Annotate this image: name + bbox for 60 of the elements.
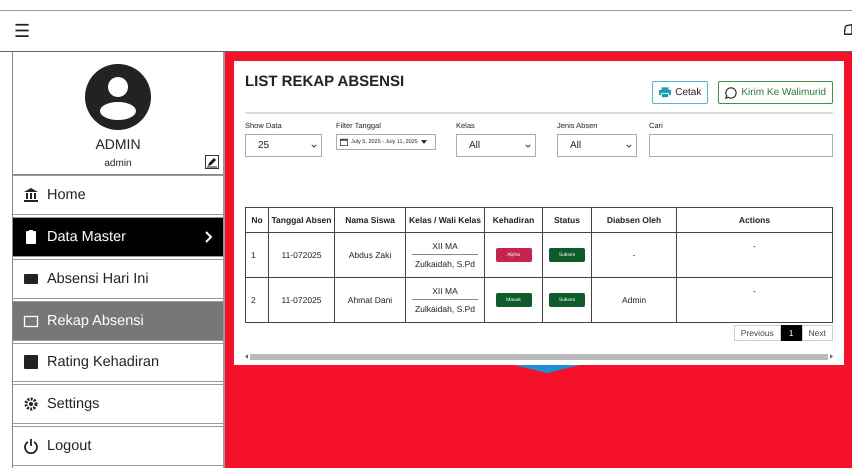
select-field[interactable]: All <box>557 134 637 157</box>
table-cell: Abdus Zaki <box>334 232 406 278</box>
avatar-icon <box>85 64 151 130</box>
column-header: Nama Siswa <box>334 208 406 232</box>
table-cell: - <box>676 278 832 322</box>
page-title: LIST REKAP ABSENSI <box>245 73 404 92</box>
sidebar-item[interactable]: Data Master <box>13 217 223 257</box>
caret-icon <box>311 144 317 148</box>
caret-icon <box>420 140 427 144</box>
sidebar-item[interactable]: Rekap Absensi <box>13 300 223 341</box>
column-header: No <box>246 208 268 232</box>
select-field[interactable]: 25 <box>245 134 322 157</box>
search-field[interactable] <box>649 134 833 157</box>
menu-button[interactable]: ☰ <box>14 20 30 42</box>
printer-icon <box>659 87 672 98</box>
chat-icon <box>725 86 738 98</box>
table-cell: 11-072025 <box>268 232 334 278</box>
caret-icon <box>626 144 632 148</box>
nav-icon <box>23 187 39 204</box>
profile-username: admin <box>104 158 132 169</box>
table-cell: 2 <box>246 278 268 322</box>
profile-name: ADMIN <box>95 136 141 152</box>
column-header: Kehadiran <box>484 208 542 232</box>
column-header: Tanggal Absen <box>268 208 334 232</box>
scroll-right-icon[interactable] <box>830 354 833 359</box>
class-name: XII MA <box>412 284 478 300</box>
teacher-name: Zulkaidah, S.Pd <box>414 258 476 271</box>
nav-icon <box>23 438 39 454</box>
table-cell: 11-072025 <box>268 278 334 322</box>
column-header: Status <box>542 208 592 232</box>
sidebar-item[interactable]: Settings <box>13 384 223 424</box>
calendar-icon <box>340 138 348 146</box>
nav-icon <box>23 396 39 412</box>
scroll-left-icon[interactable] <box>245 354 248 359</box>
page-button[interactable]: 1 <box>780 325 802 341</box>
edit-icon[interactable] <box>205 155 219 169</box>
select-field[interactable]: All <box>456 134 536 157</box>
sidebar-item[interactable]: Home <box>13 175 223 216</box>
nav-icon <box>23 354 39 370</box>
teacher-name: Zulkaidah, S.Pd <box>414 303 476 316</box>
column-header: Diabsen Oleh <box>592 208 676 232</box>
horizontal-scrollbar[interactable] <box>245 353 833 360</box>
print-button[interactable]: Cetak <box>652 81 708 104</box>
table-cell: Ahmat Dani <box>334 278 406 322</box>
class-name: XII MA <box>412 239 478 255</box>
send-button[interactable]: Kirim Ke Walimurid <box>718 81 833 104</box>
table-cell: 1 <box>246 232 268 278</box>
column-header: Kelas / Wali Kelas <box>406 208 484 232</box>
nav-icon <box>23 229 39 246</box>
sidebar-item[interactable]: Logout <box>13 426 223 466</box>
table-cell: - <box>676 232 832 278</box>
page-button[interactable]: Next <box>802 325 833 341</box>
table-cell: Admin <box>592 278 676 322</box>
caret-icon <box>525 144 531 148</box>
column-header: Actions <box>676 208 832 232</box>
table-cell: - <box>592 232 676 278</box>
page-button[interactable]: Previous <box>734 325 781 341</box>
sidebar-item[interactable]: Absensi Hari Ini <box>13 259 223 299</box>
sidebar-item[interactable]: Rating Kehadiran <box>13 342 223 382</box>
triangle-icon <box>514 365 580 373</box>
